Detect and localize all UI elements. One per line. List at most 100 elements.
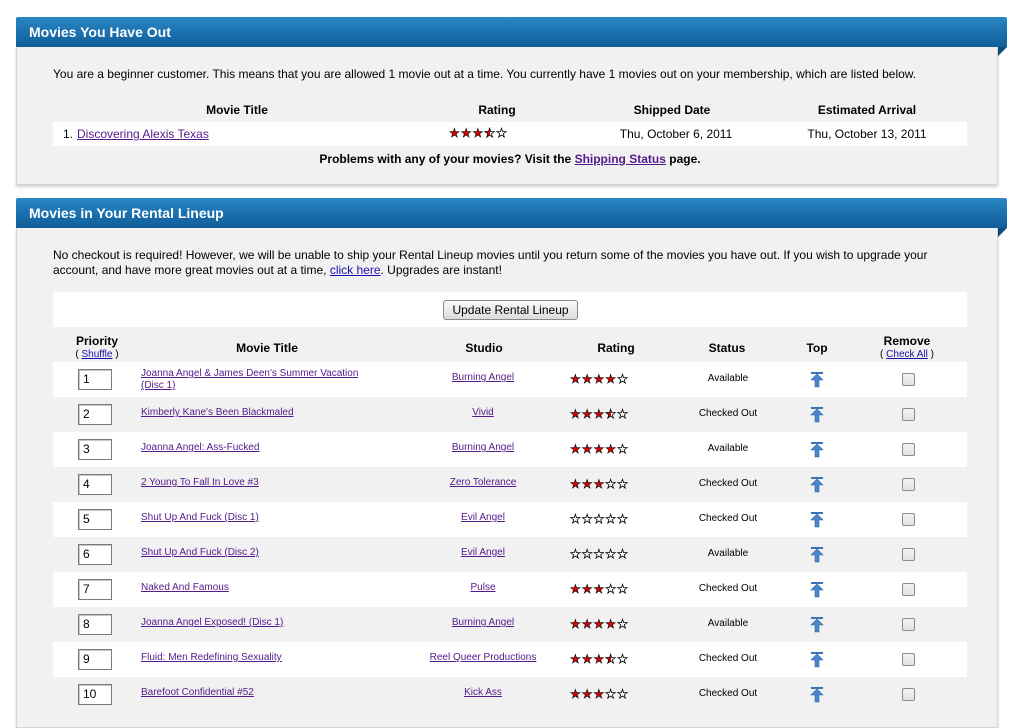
lineup-title-line1[interactable]: Joanna Angel & James Deen's Summer Vacat… [141, 368, 358, 379]
lineup-title-link[interactable]: Joanna Angel: Ass-Fucked [141, 442, 386, 454]
studio-link-text[interactable]: Reel Queer Productions [430, 652, 537, 663]
move-to-top-icon[interactable] [810, 687, 824, 703]
star-full-icon: ★ [472, 126, 485, 141]
header-status: Status [708, 341, 746, 355]
lineup-title-link[interactable]: Fluid: Men Redefining Sexuality [141, 652, 386, 664]
priority-input[interactable]: 9 [78, 649, 112, 670]
lineup-title-link[interactable]: 2 Young To Fall In Love #3 [141, 477, 386, 489]
shuffle-link[interactable]: Shuffle [82, 349, 113, 360]
move-to-top-icon[interactable] [810, 477, 824, 493]
lineup-row: 7 Naked And Famous Pulse ★★★★★ Checked Out [53, 572, 967, 607]
priority-input[interactable]: 2 [78, 404, 112, 425]
move-to-top-icon[interactable] [810, 407, 824, 423]
studio-link[interactable]: Burning Angel [413, 442, 553, 453]
movies-out-title: Movies You Have Out [16, 17, 1007, 56]
move-to-top-icon[interactable] [810, 512, 824, 528]
studio-link-text[interactable]: Kick Ass [464, 687, 502, 698]
remove-checkbox[interactable] [902, 373, 915, 386]
priority-input[interactable]: 3 [78, 439, 112, 460]
remove-checkbox[interactable] [902, 688, 915, 701]
lineup-title-line1[interactable]: Kimberly Kane's Been Blackmaled [141, 407, 294, 418]
status-text: Checked Out [698, 653, 758, 664]
studio-link[interactable]: Kick Ass [413, 687, 553, 698]
lineup-title-line1[interactable]: Joanna Angel: Ass-Fucked [141, 442, 259, 453]
movie-out-arrival-date: Thu, October 13, 2011 [807, 127, 927, 141]
movie-out-title-link[interactable]: Discovering Alexis Texas [77, 127, 209, 141]
star-full-icon: ★ [581, 652, 594, 667]
update-rental-lineup-button[interactable]: Update Rental Lineup [443, 300, 578, 320]
lineup-title-link[interactable]: Joanna Angel Exposed! (Disc 1) [141, 617, 386, 629]
remove-checkbox[interactable] [902, 653, 915, 666]
lineup-title-line1[interactable]: Naked And Famous [141, 582, 229, 593]
lineup-row: 3 Joanna Angel: Ass-Fucked Burning Angel ★★… [53, 432, 967, 467]
remove-checkbox[interactable] [902, 443, 915, 456]
move-to-top-icon[interactable] [810, 617, 824, 633]
lineup-title-link[interactable]: Naked And Famous [141, 582, 386, 594]
priority-input[interactable]: 4 [78, 474, 112, 495]
studio-link[interactable]: Reel Queer Productions [413, 652, 553, 663]
priority-input[interactable]: 10 [78, 684, 112, 705]
studio-link-text[interactable]: Zero Tolerance [450, 477, 517, 488]
star-full-icon: ★ [570, 652, 582, 667]
studio-link[interactable]: Evil Angel [413, 512, 553, 523]
remove-checkbox[interactable] [902, 583, 915, 596]
remove-checkbox[interactable] [902, 408, 915, 421]
shipping-status-link[interactable]: Shipping Status [575, 152, 666, 166]
studio-link-text[interactable]: Vivid [472, 407, 494, 418]
lineup-row: 4 2 Young To Fall In Love #3 Zero Toleranc… [53, 467, 967, 502]
lineup-title-link[interactable]: Joanna Angel & James Deen's Summer Vacat… [141, 368, 386, 392]
lineup-title-line2[interactable]: (Disc 1) [141, 380, 175, 391]
upgrade-link[interactable]: click here [330, 263, 381, 277]
lineup-title-link[interactable]: Barefoot Confidential #52 [141, 687, 386, 699]
lineup-title-line1[interactable]: Shut Up And Fuck (Disc 2) [141, 547, 259, 558]
star-full-icon: ★ [593, 372, 606, 387]
priority-input[interactable]: 5 [78, 509, 112, 530]
priority-input[interactable]: 8 [78, 614, 112, 635]
star-empty-icon: ★ [617, 617, 629, 632]
studio-link[interactable]: Vivid [413, 407, 553, 418]
problems-suffix: page. [665, 152, 701, 166]
lineup-title-line1[interactable]: 2 Young To Fall In Love #3 [141, 477, 259, 488]
lineup-title-line1[interactable]: Fluid: Men Redefining Sexuality [141, 652, 282, 663]
studio-link-text[interactable]: Evil Angel [461, 547, 505, 558]
status-text: Available [707, 443, 749, 454]
check-all-link[interactable]: Check All [886, 349, 928, 360]
move-to-top-icon[interactable] [810, 442, 824, 458]
lineup-title-link[interactable]: Shut Up And Fuck (Disc 1) [141, 512, 386, 524]
studio-link[interactable]: Pulse [413, 582, 553, 593]
remove-checkbox[interactable] [902, 478, 915, 491]
studio-link-text[interactable]: Burning Angel [452, 617, 514, 628]
star-empty-icon: ★ [581, 547, 594, 562]
movie-out-row: 1. Discovering Alexis Texas ★★★★★★ Thu, … [53, 122, 967, 146]
move-to-top-icon[interactable] [810, 372, 824, 388]
status-text: Available [707, 618, 749, 629]
move-to-top-icon[interactable] [810, 547, 824, 563]
studio-link-text[interactable]: Evil Angel [461, 512, 505, 523]
lineup-title-line1[interactable]: Joanna Angel Exposed! (Disc 1) [141, 617, 283, 628]
studio-link-text[interactable]: Burning Angel [452, 372, 514, 383]
studio-link-text[interactable]: Pulse [470, 582, 495, 593]
studio-link[interactable]: Zero Tolerance [413, 477, 553, 488]
priority-input[interactable]: 6 [78, 544, 112, 565]
move-to-top-icon[interactable] [810, 652, 824, 668]
lineup-row: 5 Shut Up And Fuck (Disc 1) Evil Angel ★★★★… [53, 502, 967, 537]
star-empty-icon: ★ [617, 547, 629, 562]
priority-input[interactable]: 7 [78, 579, 112, 600]
studio-link[interactable]: Burning Angel [413, 617, 553, 628]
priority-input[interactable]: 1 [78, 369, 112, 390]
lineup-title-link[interactable]: Shut Up And Fuck (Disc 2) [141, 547, 386, 559]
remove-checkbox[interactable] [902, 618, 915, 631]
star-empty-icon: ★ [617, 372, 629, 387]
remove-checkbox[interactable] [902, 548, 915, 561]
lineup-title-line1[interactable]: Shut Up And Fuck (Disc 1) [141, 512, 259, 523]
header-shipped-date: Shipped Date [633, 103, 711, 117]
move-to-top-icon[interactable] [810, 582, 824, 598]
studio-link[interactable]: Evil Angel [413, 547, 553, 558]
studio-link-text[interactable]: Burning Angel [452, 442, 514, 453]
star-full-icon: ★ [605, 372, 618, 387]
lineup-title-line1[interactable]: Barefoot Confidential #52 [141, 687, 254, 698]
lineup-title-link[interactable]: Kimberly Kane's Been Blackmaled [141, 407, 386, 419]
remove-checkbox[interactable] [902, 513, 915, 526]
studio-link[interactable]: Burning Angel [413, 372, 553, 383]
star-empty-icon: ★ [593, 512, 606, 527]
